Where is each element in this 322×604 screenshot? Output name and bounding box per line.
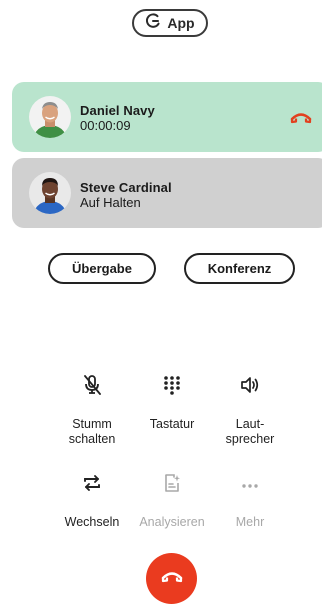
app-switch-button[interactable]: App xyxy=(132,9,208,37)
avatar-steve xyxy=(29,172,71,214)
speaker-icon xyxy=(240,376,260,399)
more-dots-icon xyxy=(241,476,259,494)
held-call-card[interactable]: Steve Cardinal Auf Halten xyxy=(12,158,322,228)
speaker-label-text: Laut- sprecher xyxy=(225,417,275,446)
caller-name: Steve Cardinal xyxy=(80,180,172,195)
note-sparkle-icon xyxy=(163,473,181,498)
keypad-icon xyxy=(163,375,181,400)
more-button[interactable]: Mehr xyxy=(200,473,300,530)
caller-name: Daniel Navy xyxy=(80,103,155,118)
app-logo-icon xyxy=(145,12,161,34)
hold-status: Auf Halten xyxy=(80,195,141,210)
app-label: App xyxy=(167,15,195,31)
active-call-card[interactable]: Daniel Navy 00:00:09 xyxy=(12,82,322,152)
conference-button[interactable]: Konferenz xyxy=(184,253,295,284)
mute-label-text: Stumm schalten xyxy=(68,417,116,446)
hangup-icon xyxy=(161,569,183,588)
more-label: Mehr xyxy=(235,515,265,529)
call-timer: 00:00:09 xyxy=(80,118,131,133)
speaker-label: Laut- sprecher xyxy=(200,417,300,447)
transfer-button[interactable]: Übergabe xyxy=(48,253,156,284)
avatar-daniel xyxy=(29,96,71,138)
swap-arrows-icon xyxy=(82,474,102,497)
end-call-button[interactable] xyxy=(146,553,197,604)
hangup-icon[interactable] xyxy=(290,109,312,125)
mic-off-icon xyxy=(82,374,102,401)
speaker-button[interactable]: Laut- sprecher xyxy=(200,375,300,447)
